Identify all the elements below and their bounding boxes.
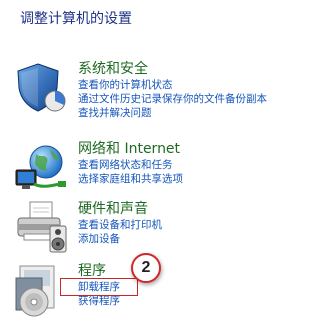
link-view-network-status[interactable]: 查看网络状态和任务	[78, 158, 299, 172]
link-uninstall-program[interactable]: 卸载程序	[78, 280, 299, 294]
link-view-computer-status[interactable]: 查看你的计算机状态	[78, 78, 299, 92]
page-title: 调整计算机的设置	[20, 11, 132, 27]
link-get-programs[interactable]: 获得程序	[78, 294, 299, 308]
link-file-history-backup[interactable]: 通过文件历史记录保存你的文件备份副本	[78, 92, 299, 106]
category-title-hardware-sound[interactable]: 硬件和声音	[78, 200, 299, 218]
link-troubleshoot[interactable]: 查找并解决问题	[78, 106, 299, 120]
step-number-badge: 2	[131, 253, 161, 283]
link-homegroup-sharing[interactable]: 选择家庭组和共享选项	[78, 172, 299, 186]
programs-disc-icon[interactable]	[14, 262, 70, 318]
category-title-network-internet[interactable]: 网络和 Internet	[78, 140, 299, 158]
printer-icon[interactable]	[14, 200, 70, 256]
category-title-programs[interactable]: 程序	[78, 262, 299, 280]
link-add-device[interactable]: 添加设备	[78, 232, 299, 246]
shield-icon[interactable]	[14, 60, 70, 116]
link-devices-printers[interactable]: 查看设备和打印机	[78, 218, 299, 232]
category-title-system-security[interactable]: 系统和安全	[78, 60, 299, 78]
network-globe-icon[interactable]	[14, 140, 70, 196]
